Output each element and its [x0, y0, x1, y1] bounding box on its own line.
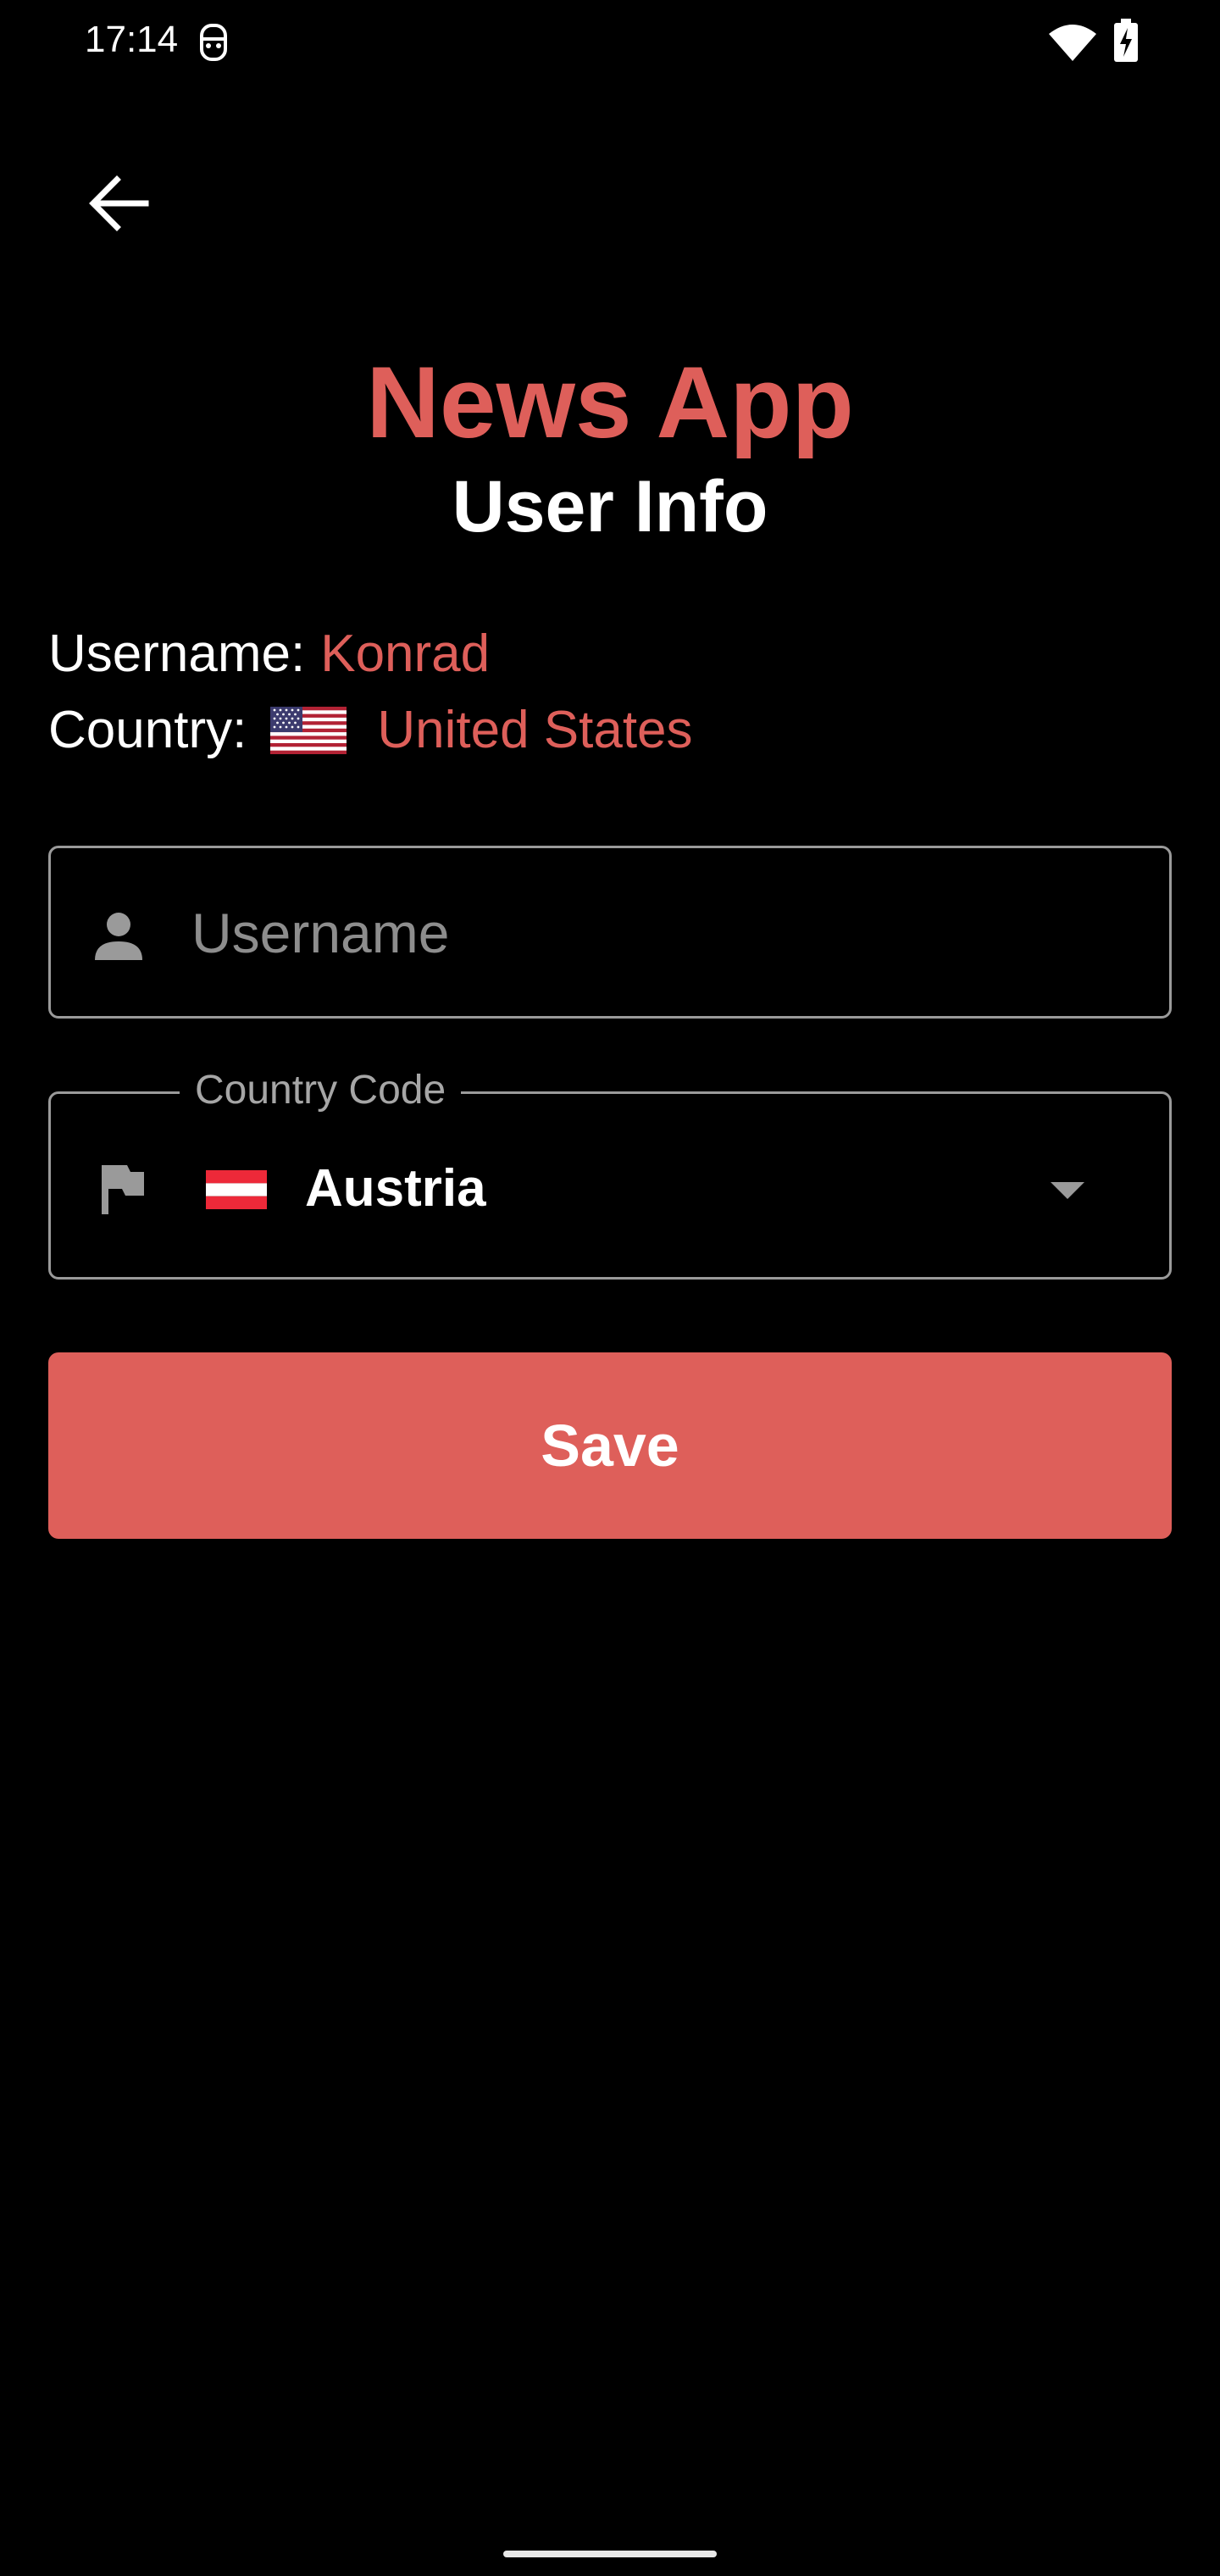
flag-icon [102, 1165, 144, 1214]
home-indicator[interactable] [503, 2551, 717, 2557]
save-button[interactable]: Save [48, 1352, 1172, 1539]
country-selected-value: Austria [305, 1159, 486, 1218]
page-subtitle: User Info [452, 466, 768, 547]
username-info-label: Username: [48, 625, 306, 683]
country-info-value: United States [377, 701, 693, 759]
username-placeholder: Username [191, 902, 450, 964]
back-button[interactable] [76, 161, 161, 246]
dropdown-arrow-icon[interactable] [1049, 1180, 1086, 1201]
arrow-back-icon [89, 175, 149, 231]
us-flag-icon [270, 707, 347, 754]
status-bar: 17:14 [0, 0, 1220, 85]
username-info-value: Konrad [320, 625, 491, 683]
country-info-row: Country: United States [48, 697, 693, 764]
country-code-dropdown[interactable]: Country Code Austria [48, 1065, 1172, 1280]
country-info-label: Country: [48, 701, 247, 759]
person-icon [95, 913, 142, 960]
username-input[interactable]: Username [48, 846, 1172, 1019]
app-title: News App [366, 346, 854, 459]
battery-charging-icon [1114, 19, 1138, 62]
vpn-key-icon [200, 24, 227, 61]
wifi-icon [1049, 25, 1096, 61]
country-code-label: Country Code [180, 1065, 462, 1116]
austria-flag-icon [206, 1170, 267, 1209]
username-info-row: Username: Konrad [48, 620, 490, 688]
status-time: 17:14 [85, 19, 179, 60]
